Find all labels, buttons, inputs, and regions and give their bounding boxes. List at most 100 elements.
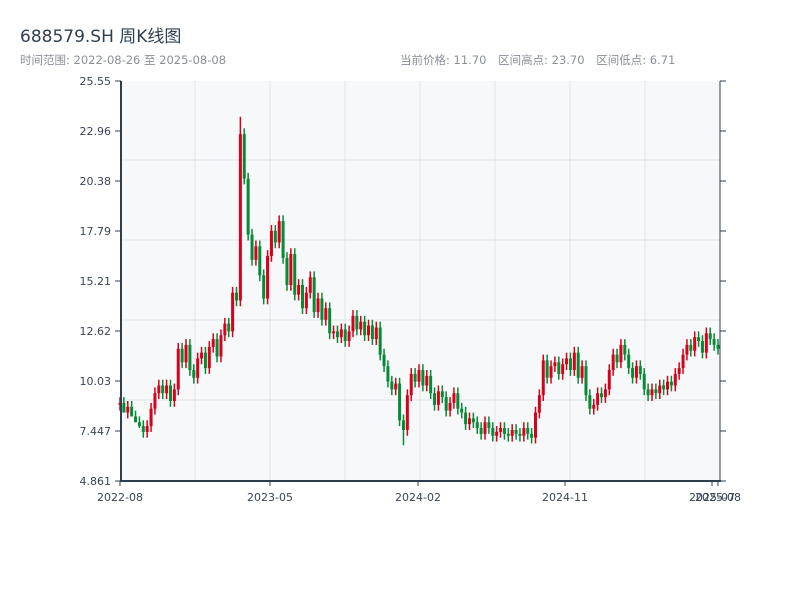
candle-body	[561, 364, 565, 374]
candle-body	[565, 358, 569, 365]
candle-body	[603, 389, 607, 398]
candle-body	[526, 428, 530, 434]
candle-body	[145, 426, 149, 432]
candle-down	[242, 128, 246, 185]
x-tick-label: 2023-05	[247, 491, 293, 504]
candle-up	[238, 116, 242, 307]
candle-body	[378, 327, 382, 355]
candle-body	[351, 315, 355, 332]
candle-down	[293, 248, 297, 301]
candle-body	[530, 433, 534, 438]
candle-body	[460, 408, 464, 413]
candle-body	[273, 230, 277, 243]
candle-body	[708, 333, 712, 340]
candle-body	[436, 391, 440, 405]
candle-body	[137, 422, 141, 427]
candle-body	[266, 255, 270, 299]
candle-body	[374, 327, 378, 340]
candle-body	[483, 422, 487, 434]
candle-body	[615, 354, 619, 363]
candle-body	[168, 385, 172, 401]
candle-body	[600, 393, 604, 398]
candlestick-chart: 4.861 7.447 10.03 12.62 15.21 17.79 20.3…	[80, 75, 741, 504]
candle-body	[238, 134, 242, 301]
candle-body	[339, 329, 343, 338]
candle-body	[297, 284, 301, 295]
candle-up	[405, 389, 409, 436]
y-tick-label: 12.62	[80, 325, 112, 338]
candle-body	[304, 292, 308, 309]
candle-body	[487, 422, 491, 429]
candle-body	[580, 366, 584, 378]
candle-body	[429, 375, 433, 394]
candle-body	[627, 354, 631, 369]
candle-body	[196, 358, 200, 378]
candle-body	[681, 354, 685, 369]
candle-down	[584, 360, 588, 401]
candle-body	[553, 362, 557, 367]
candle-body	[231, 292, 235, 332]
candle-body	[514, 429, 518, 434]
candle-body	[320, 298, 324, 320]
candle-body	[576, 352, 580, 378]
candle-body	[184, 344, 188, 363]
candle-body	[502, 428, 506, 434]
candle-body	[638, 366, 642, 374]
candle-body	[332, 331, 336, 334]
candle-body	[192, 370, 196, 378]
candle-body	[281, 221, 285, 258]
candle-body	[669, 381, 673, 386]
candle-body	[301, 284, 305, 309]
candle-up	[231, 286, 235, 338]
candle-body	[359, 321, 363, 330]
candle-body	[697, 337, 701, 342]
candle-body	[324, 308, 328, 320]
candle-body	[646, 389, 650, 396]
candle-body	[130, 406, 134, 417]
candle-body	[607, 370, 611, 390]
candle-body	[479, 428, 483, 434]
candle-body	[464, 412, 468, 425]
candle-body	[165, 385, 169, 394]
candle-body	[382, 354, 386, 367]
candle-body	[161, 385, 165, 394]
candle-body	[425, 375, 429, 386]
candle-body	[549, 366, 553, 378]
candle-body	[510, 429, 514, 436]
candle-body	[312, 277, 316, 313]
candle-body	[537, 395, 541, 413]
candle-body	[623, 344, 627, 355]
candle-body	[545, 360, 549, 378]
candle-body	[700, 341, 704, 353]
candle-body	[444, 397, 448, 411]
candle-body	[401, 420, 405, 430]
candle-body	[258, 246, 262, 276]
candle-body	[634, 366, 638, 378]
candle-body	[394, 383, 398, 390]
candle-body	[405, 395, 409, 430]
candle-body	[572, 352, 576, 371]
candle-body	[234, 292, 238, 301]
candle-body	[495, 431, 499, 436]
x-tick-label: 2022-08	[97, 491, 143, 504]
candle-body	[417, 370, 421, 382]
y-axis-ticks: 4.861 7.447 10.03 12.62 15.21 17.79 20.3…	[80, 75, 112, 488]
candle-body	[355, 315, 359, 330]
candle-body	[219, 335, 223, 357]
candle-body	[363, 321, 367, 336]
candle-body	[533, 412, 537, 438]
candle-body	[467, 418, 471, 425]
candle-down	[258, 240, 262, 282]
candle-up	[266, 250, 270, 305]
y-tick-label: 7.447	[80, 425, 112, 438]
candle-body	[631, 368, 635, 378]
candle-body	[475, 422, 479, 429]
candle-body	[592, 404, 596, 409]
candle-down	[285, 252, 289, 291]
candle-body	[448, 402, 452, 411]
candle-body	[223, 323, 227, 336]
candle-body	[452, 393, 456, 403]
candle-down	[398, 377, 402, 427]
candle-body	[188, 344, 192, 371]
candle-body	[176, 348, 180, 390]
